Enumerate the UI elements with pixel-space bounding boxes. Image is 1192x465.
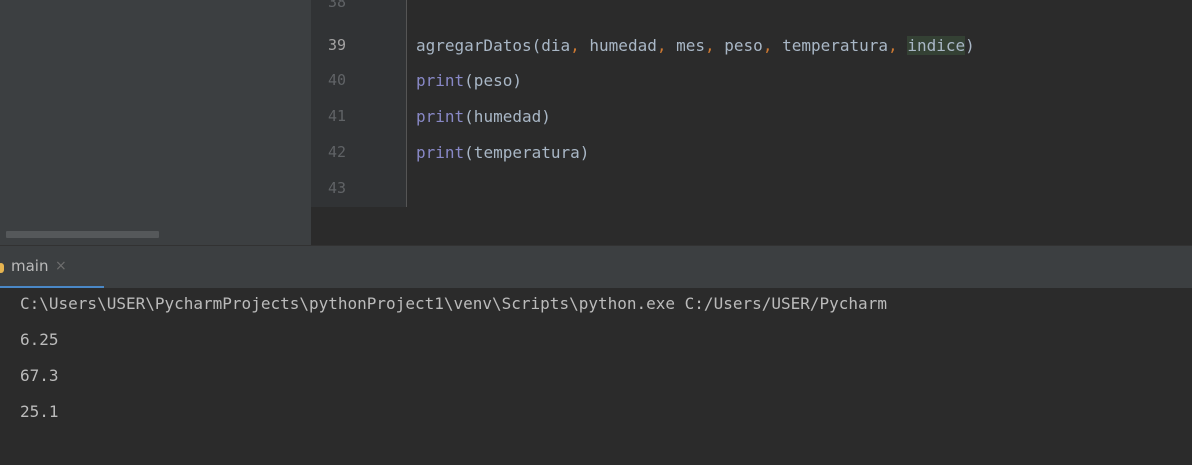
- close-paren: ): [965, 36, 975, 55]
- comma: ,: [705, 36, 725, 55]
- line-number-gutter: 38 39 40 41 42 43: [311, 0, 407, 207]
- code-line-42[interactable]: print(temperatura): [416, 141, 589, 165]
- function-call: agregarDatos(: [416, 36, 542, 55]
- argument: mes: [676, 36, 706, 55]
- line-number: 40: [328, 71, 347, 89]
- editor-empty-area: [311, 207, 1192, 245]
- comma: ,: [762, 36, 783, 55]
- code-editor[interactable]: 38 39 40 41 42 43 agregarDatos(dia, hume…: [0, 0, 1192, 245]
- close-icon[interactable]: ×: [55, 258, 67, 274]
- builtin-print: print: [416, 143, 465, 162]
- argument: dia: [541, 36, 571, 55]
- console-command-line: C:\Users\USER\PycharmProjects\pythonProj…: [20, 294, 887, 313]
- argument: temperatura: [782, 36, 889, 55]
- argument: humedad: [589, 36, 657, 55]
- comma: ,: [888, 36, 908, 55]
- line-number: 43: [328, 179, 347, 197]
- run-tab-main[interactable]: main ×: [0, 246, 104, 289]
- call-args: (temperatura): [464, 143, 590, 162]
- comma: ,: [570, 36, 590, 55]
- console-output-line: 67.3: [20, 366, 59, 385]
- argument: peso: [724, 36, 763, 55]
- console-output-line: 6.25: [20, 330, 59, 349]
- call-args: (peso): [464, 71, 522, 90]
- run-tab-bar: main ×: [0, 245, 1192, 289]
- line-number: 38: [328, 0, 347, 11]
- line-number: 41: [328, 107, 347, 125]
- line-number: 42: [328, 143, 347, 161]
- tab-label: main: [11, 257, 49, 275]
- horizontal-scrollbar[interactable]: [6, 231, 159, 238]
- run-console[interactable]: C:\Users\USER\PycharmProjects\pythonProj…: [0, 288, 1192, 465]
- code-line-39[interactable]: agregarDatos(dia, humedad, mes, peso, te…: [416, 34, 975, 58]
- builtin-print: print: [416, 71, 465, 90]
- code-line-40[interactable]: print(peso): [416, 69, 522, 93]
- call-args: (humedad): [464, 107, 551, 126]
- project-panel: [0, 0, 311, 245]
- code-area[interactable]: agregarDatos(dia, humedad, mes, peso, te…: [407, 0, 1192, 207]
- code-line-41[interactable]: print(humedad): [416, 105, 551, 129]
- console-output-line: 25.1: [20, 402, 59, 421]
- line-number: 39: [328, 36, 347, 54]
- python-run-icon: [0, 263, 4, 273]
- builtin-print: print: [416, 107, 465, 126]
- comma: ,: [656, 36, 677, 55]
- highlighted-argument: indice: [907, 36, 966, 55]
